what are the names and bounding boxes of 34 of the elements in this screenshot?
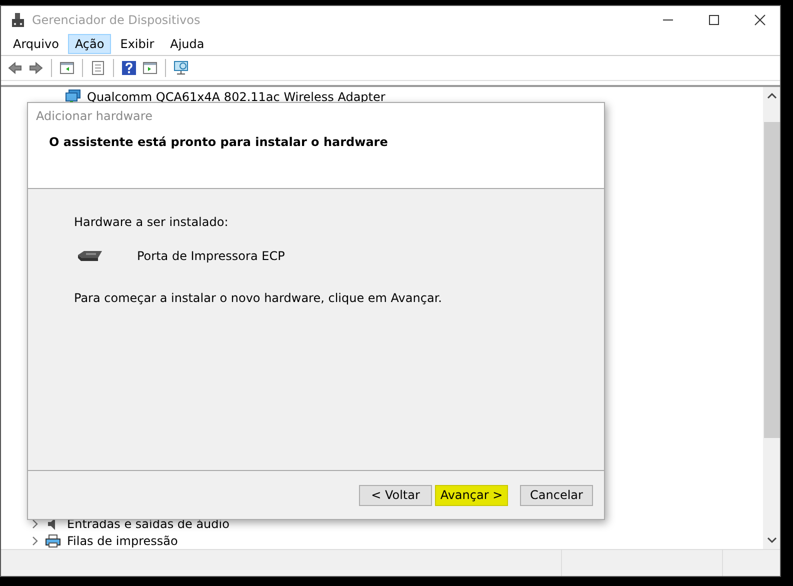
scroll-thumb[interactable] [764, 122, 780, 438]
window-title: Gerenciador de Dispositivos [32, 12, 200, 26]
dialog-heading: O assistente está pronto para instalar o hardware [49, 135, 388, 149]
forward-arrow-icon[interactable] [28, 60, 44, 76]
menu-item[interactable]: Ajuda [163, 34, 212, 54]
menu-item[interactable]: Arquivo [6, 34, 66, 54]
dialog-title: Adicionar hardware [28, 103, 604, 129]
expand-icon[interactable] [31, 536, 39, 546]
printer-icon [45, 532, 61, 548]
menu-item[interactable]: Ação [68, 34, 112, 54]
menu-item[interactable]: Exibir [113, 34, 162, 54]
panel-icon[interactable] [59, 60, 75, 76]
close-icon[interactable] [754, 14, 766, 26]
dialog-button[interactable]: < Voltar [359, 484, 432, 506]
document-icon[interactable] [90, 60, 106, 76]
scrollbar[interactable] [763, 87, 780, 549]
back-arrow-icon[interactable] [7, 60, 23, 76]
panel-icon[interactable] [142, 60, 158, 76]
maximize-icon[interactable] [708, 14, 720, 26]
device-manager-icon [10, 12, 26, 28]
expand-icon[interactable] [31, 518, 39, 528]
scroll-up-icon[interactable] [766, 92, 776, 100]
device-name: Porta de Impressora ECP [137, 249, 285, 263]
scroll-down-icon[interactable] [766, 536, 776, 544]
help-icon[interactable] [121, 60, 137, 76]
monitor-icon[interactable] [173, 60, 189, 76]
tree-item[interactable]: Entradas e saídas de áudio [67, 516, 230, 530]
dialog-button[interactable]: Avançar > [435, 484, 508, 506]
instruction-text: Para começar a instalar o novo hardware, clique em Avançar. [74, 291, 443, 305]
tree-item[interactable]: Qualcomm QCA61x4A 802.11ac Wireless Adapter [87, 90, 386, 104]
section-label: Hardware a ser instalado: [74, 215, 230, 229]
printer-port-icon [76, 249, 104, 263]
dialog-button[interactable]: Cancelar [520, 484, 593, 506]
tree-item[interactable]: Filas de impressão [67, 534, 178, 548]
